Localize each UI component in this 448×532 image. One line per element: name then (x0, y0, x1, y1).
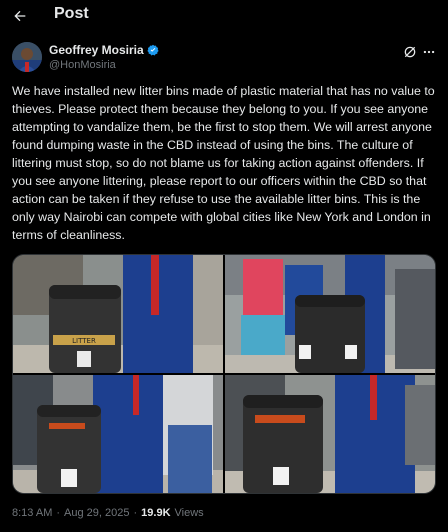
meta-separator: · (56, 507, 61, 519)
views-count: 19.9K (141, 507, 171, 519)
post-time[interactable]: 8:13 AM (12, 507, 52, 519)
post-photo-1[interactable]: LITTER (13, 255, 223, 373)
post-author: Geoffrey Mosiria @HonMosiria (12, 42, 436, 74)
post-text: We have installed new litter bins made o… (12, 84, 439, 242)
post-photo-2[interactable] (225, 255, 435, 373)
meta-separator: · (133, 507, 138, 519)
top-bar: Post (0, 0, 448, 32)
post-photo-3[interactable] (13, 375, 223, 493)
more-options-icon (423, 50, 435, 54)
bin-label: LITTER (72, 337, 96, 345)
avatar[interactable] (12, 42, 42, 72)
post-date[interactable]: Aug 29, 2025 (64, 507, 129, 519)
grok-icon[interactable] (403, 45, 417, 59)
verified-badge-icon (147, 44, 159, 56)
page-title: Post (54, 5, 89, 22)
media-grid: LITTER (12, 254, 436, 494)
author-name[interactable]: Geoffrey Mosiria (49, 43, 144, 57)
post-metadata: 8:13 AM · Aug 29, 2025 · 19.9K Views (12, 507, 204, 519)
back-arrow-icon (14, 10, 26, 22)
views-label: Views (174, 507, 204, 519)
more-options-button[interactable] (422, 45, 436, 59)
author-handle[interactable]: @HonMosiria (49, 59, 116, 71)
post-photo-4[interactable] (225, 375, 435, 493)
back-button[interactable] (8, 4, 32, 28)
